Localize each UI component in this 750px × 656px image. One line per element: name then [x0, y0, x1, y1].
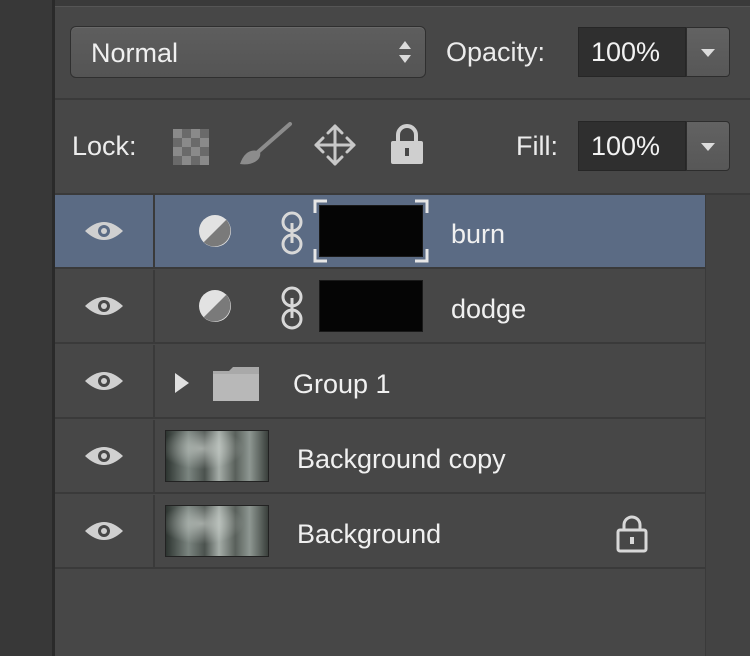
visibility-toggle[interactable]: [55, 345, 155, 417]
opacity-field[interactable]: 100%: [578, 27, 686, 77]
eye-icon: [85, 222, 123, 240]
layer-name: dodge: [451, 294, 527, 324]
adjustment-layer-icon: [199, 215, 231, 247]
visibility-toggle[interactable]: [55, 270, 155, 342]
panel-top-edge: [55, 0, 750, 7]
lock-position-move-icon[interactable]: [312, 122, 358, 168]
lock-image-pixels-brush-icon[interactable]: [236, 122, 294, 168]
layer-name: burn: [451, 219, 506, 249]
link-chain-icon[interactable]: [279, 286, 305, 330]
layer-mask-thumbnail[interactable]: [319, 280, 423, 332]
visibility-toggle[interactable]: [55, 420, 155, 492]
opacity-dropdown-button[interactable]: [686, 27, 730, 77]
adjustment-layer-icon: [199, 290, 231, 322]
layer-thumbnail[interactable]: [165, 430, 269, 482]
disclosure-triangle-icon[interactable]: [173, 371, 191, 395]
visibility-toggle[interactable]: [55, 195, 155, 267]
link-chain-icon[interactable]: [279, 211, 305, 255]
layer-locked-padlock-icon: [616, 515, 648, 553]
chevron-down-icon: [701, 143, 715, 151]
fill-dropdown-button[interactable]: [686, 121, 730, 171]
layer-row-background-copy[interactable]: Background copy: [55, 420, 705, 494]
chevron-down-icon: [701, 49, 715, 57]
lock-all-padlock-icon[interactable]: [388, 122, 426, 166]
blend-mode-value: Normal: [91, 38, 179, 68]
eye-icon: [85, 372, 123, 390]
layer-list-scrollbar[interactable]: [705, 195, 750, 656]
eye-icon: [85, 297, 123, 315]
lock-label: Lock:: [72, 131, 137, 161]
fill-label: Fill:: [516, 131, 558, 161]
lock-transparent-pixels-icon[interactable]: [172, 128, 210, 166]
mask-selection-brackets: [313, 199, 429, 263]
divider: [55, 98, 750, 100]
layer-row-burn[interactable]: burn: [55, 195, 705, 269]
layer-thumbnail[interactable]: [165, 505, 269, 557]
layer-name: Background: [297, 519, 442, 549]
folder-icon: [213, 367, 259, 401]
left-panel-edge: [0, 0, 52, 656]
layer-name: Group 1: [293, 369, 391, 399]
fill-field[interactable]: 100%: [578, 121, 686, 171]
layer-name: Background copy: [297, 444, 506, 474]
eye-icon: [85, 522, 123, 540]
layer-row-dodge[interactable]: dodge: [55, 270, 705, 344]
layer-row-group-1[interactable]: Group 1: [55, 345, 705, 419]
layer-row-background[interactable]: Background: [55, 495, 705, 569]
blend-mode-dropdown[interactable]: Normal: [70, 26, 426, 78]
up-down-arrows-icon: [399, 41, 411, 63]
visibility-toggle[interactable]: [55, 495, 155, 567]
opacity-label: Opacity:: [446, 37, 546, 67]
eye-icon: [85, 447, 123, 465]
